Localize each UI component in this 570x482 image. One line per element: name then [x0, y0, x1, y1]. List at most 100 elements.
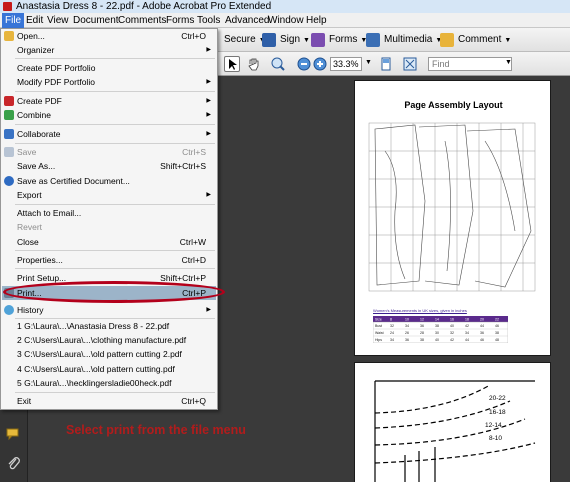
comment-label: Comment: [458, 34, 502, 45]
certify-icon: [4, 176, 14, 186]
create-pdf-icon: [4, 96, 14, 106]
window-title: Anastasia Dress 8 - 22.pdf - Adobe Acrob…: [16, 1, 272, 12]
submenu-arrow-icon: ▶: [206, 98, 211, 104]
recent-file-4-label: 4 C:\Users\Laura\...\old pattern cutting…: [17, 364, 175, 374]
sign-button[interactable]: Sign ▼: [262, 32, 310, 48]
menu-item-save[interactable]: Save Ctrl+S: [2, 145, 216, 159]
table-cell: 32: [450, 331, 454, 335]
menu-item-collaborate-label: Collaborate: [17, 129, 61, 139]
combine-icon: [4, 110, 14, 120]
menu-item-combine-label: Combine: [17, 110, 52, 120]
recent-file-1-label: 1 G:\Laura\...\Anastasia Dress 8 - 22.pd…: [17, 321, 170, 331]
table-cell: 38: [420, 338, 424, 342]
menu-item-create-pdf[interactable]: Create PDF ▶: [2, 94, 216, 108]
menu-item-close-label: Close: [17, 237, 39, 247]
table-cell: 40: [435, 338, 439, 342]
menu-item-create-pdf-portfolio[interactable]: Create PDF Portfolio: [2, 61, 216, 75]
fit-page-icon[interactable]: [378, 56, 394, 72]
table-cell: 44: [480, 324, 484, 328]
open-folder-icon: [4, 31, 14, 41]
pdf-page-1: Page Assembly Layout Women's Measurement…: [354, 80, 551, 356]
table-header-cell: 12: [420, 318, 424, 322]
menu-item-open[interactable]: Open... Ctrl+O: [2, 29, 216, 43]
menu-item-collaborate[interactable]: Collaborate ▶: [2, 127, 216, 141]
table-cell: Bust: [375, 324, 382, 328]
table-cell: 38: [435, 324, 439, 328]
hand-tool-icon[interactable]: [246, 56, 262, 72]
recent-file-2[interactable]: 2 C:\Users\Laura\...\clothing manufactur…: [2, 333, 216, 347]
menu-edit[interactable]: Edit: [23, 13, 46, 28]
menu-item-attach-email[interactable]: Attach to Email...: [2, 206, 216, 220]
menu-item-create-pdf-label: Create PDF: [17, 96, 62, 106]
menu-bar: File Edit View Document Comments Forms T…: [0, 13, 570, 28]
shortcut-close: Ctrl+W: [179, 237, 206, 247]
menu-item-save-certified[interactable]: Save as Certified Document...: [2, 174, 216, 188]
table-cell: 36: [420, 324, 424, 328]
sign-label: Sign: [280, 34, 301, 45]
table-cell: 42: [465, 324, 469, 328]
recent-file-2-label: 2 C:\Users\Laura\...\clothing manufactur…: [17, 335, 187, 345]
full-screen-icon[interactable]: [402, 56, 418, 72]
menu-item-history[interactable]: History ▶: [2, 303, 216, 317]
menu-separator: [15, 124, 215, 125]
zoom-marquee-icon[interactable]: [270, 56, 286, 72]
menu-forms[interactable]: Forms: [163, 13, 197, 28]
find-field[interactable]: Find: [428, 57, 512, 71]
find-dropdown-icon[interactable]: ▼: [505, 59, 512, 66]
file-menu: Open... Ctrl+O Organizer ▶ Create PDF Port…: [0, 28, 218, 410]
recent-file-3-label: 3 C:\Users\Laura\...\old pattern cutting…: [17, 349, 182, 359]
zoom-level-field[interactable]: 33.3%: [330, 57, 362, 71]
select-tool-icon[interactable]: [224, 56, 240, 72]
pen-icon: [262, 33, 276, 47]
table-cell: 34: [390, 338, 394, 342]
menu-item-properties[interactable]: Properties... Ctrl+D: [2, 253, 216, 267]
table-cell: 24: [390, 331, 394, 335]
recent-file-3[interactable]: 3 C:\Users\Laura\...\old pattern cutting…: [2, 347, 216, 361]
menu-item-modify-pdf-portfolio-label: Modify PDF Portfolio: [17, 77, 95, 87]
table-header-cell: 10: [405, 318, 409, 322]
forms-button[interactable]: Forms ▼: [311, 32, 367, 48]
menu-window[interactable]: Window: [265, 13, 307, 28]
zoom-out-icon[interactable]: [296, 56, 312, 72]
menu-item-organizer[interactable]: Organizer ▶: [2, 43, 216, 57]
recent-file-5[interactable]: 5 G:\Laura\...\hecklingersladie00heck.pd…: [2, 376, 216, 390]
menu-separator: [15, 58, 215, 59]
menu-item-save-label: Save: [17, 147, 37, 157]
menu-comments[interactable]: Comments: [115, 13, 169, 28]
recent-file-1[interactable]: 1 G:\Laura\...\Anastasia Dress 8 - 22.pd…: [2, 319, 216, 333]
menu-document[interactable]: Document: [70, 13, 122, 28]
comment-button[interactable]: Comment ▼: [440, 32, 511, 48]
zoom-in-icon[interactable]: [312, 56, 328, 72]
table-header-cell: 14: [435, 318, 439, 322]
title-bar: Anastasia Dress 8 - 22.pdf - Adobe Acrob…: [0, 0, 570, 13]
multimedia-button[interactable]: Multimedia ▼: [366, 32, 442, 48]
table-cell: Waist: [375, 331, 384, 335]
zoom-dropdown-icon[interactable]: ▼: [365, 59, 372, 66]
menu-help[interactable]: Help: [303, 13, 330, 28]
menu-item-save-as[interactable]: Save As... Shift+Ctrl+S: [2, 159, 216, 173]
recent-file-4[interactable]: 4 C:\Users\Laura\...\old pattern cutting…: [2, 362, 216, 376]
comments-panel-icon[interactable]: [6, 428, 21, 441]
menu-item-exit[interactable]: Exit Ctrl+Q: [2, 394, 216, 408]
menu-item-export[interactable]: Export ▶: [2, 188, 216, 202]
menu-tools[interactable]: Tools: [194, 13, 223, 28]
size-curves-drawing: [374, 380, 536, 482]
print-highlight-ellipse: [3, 281, 225, 303]
table-cell: 34: [405, 324, 409, 328]
menu-item-revert[interactable]: Revert: [2, 220, 216, 234]
secure-button[interactable]: Secure▼: [222, 32, 266, 48]
shortcut-properties: Ctrl+D: [181, 255, 206, 265]
table-cell: 48: [495, 338, 499, 342]
attachments-panel-icon[interactable]: [6, 456, 21, 470]
menu-item-combine[interactable]: Combine ▶: [2, 108, 216, 122]
menu-file[interactable]: File: [2, 13, 25, 28]
menu-item-modify-pdf-portfolio[interactable]: Modify PDF Portfolio ▶: [2, 75, 216, 89]
measurements-table: Size 8 10 12 14 16 18 20 22 Bust 32 34 36 38 40 42 44 46 W…: [373, 316, 508, 343]
table-cell: 26: [405, 331, 409, 335]
shortcut-save-as: Shift+Ctrl+S: [160, 161, 206, 171]
table-cell: 36: [480, 331, 484, 335]
menu-view[interactable]: View: [44, 13, 72, 28]
table-cell: 44: [465, 338, 469, 342]
menu-item-export-label: Export: [17, 190, 42, 200]
menu-item-close[interactable]: Close Ctrl+W: [2, 235, 216, 249]
